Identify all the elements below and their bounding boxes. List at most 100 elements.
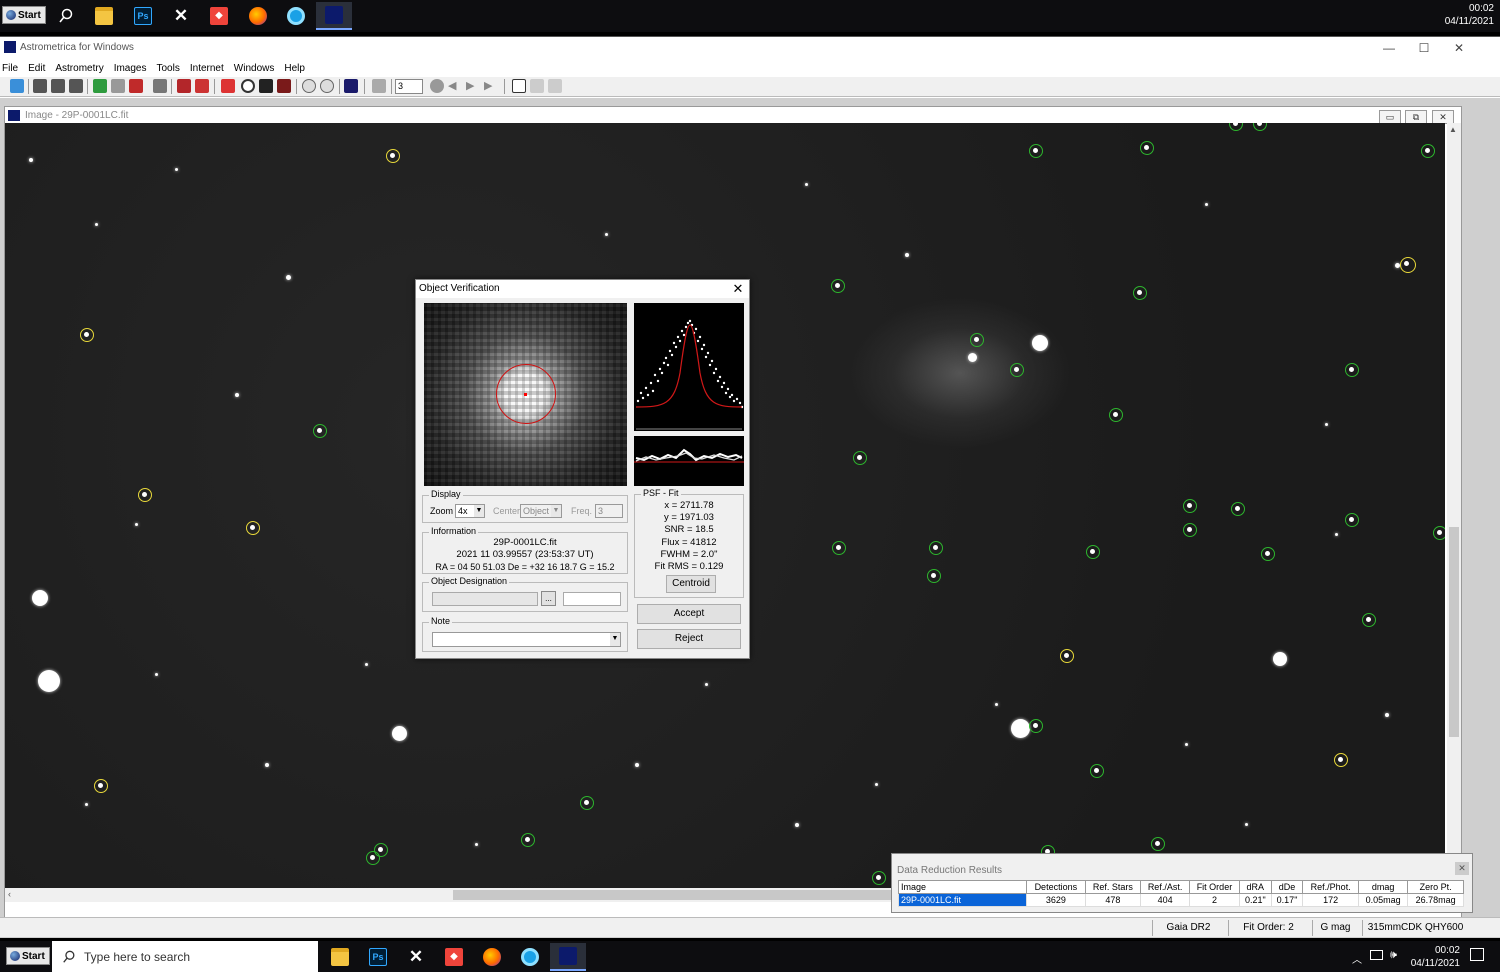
designation-input[interactable] — [432, 592, 538, 606]
reference-star-marker[interactable] — [1133, 286, 1147, 300]
vertical-scroll-thumb[interactable] — [1449, 527, 1459, 737]
scroll-up-icon[interactable]: ▲ — [1449, 125, 1457, 134]
reference-star-marker[interactable] — [832, 541, 846, 555]
zoom-out-icon[interactable] — [320, 79, 334, 93]
zoom-in-icon[interactable] — [302, 79, 316, 93]
title-bar[interactable]: Astrometrica for Windows — ☐ ✕ — [0, 37, 1500, 59]
menu-file[interactable]: File — [0, 61, 23, 77]
anydesk-icon[interactable]: ◆ — [436, 943, 472, 971]
reference-star-marker[interactable] — [970, 333, 984, 347]
note-select[interactable]: ▼ — [432, 632, 621, 647]
reference-star-marker[interactable] — [1183, 499, 1197, 513]
taskbar-search-box[interactable]: Type here to search — [52, 941, 318, 972]
photometry-star-marker[interactable] — [138, 488, 152, 502]
frame-number-spinner[interactable]: 3 — [395, 79, 423, 94]
copy-icon[interactable] — [153, 79, 167, 93]
menu-windows[interactable]: Windows — [229, 61, 280, 77]
network-icon[interactable] — [1370, 950, 1383, 960]
menu-images[interactable]: Images — [109, 61, 152, 77]
notifications-icon[interactable] — [1470, 948, 1484, 961]
designation-browse-button[interactable]: ... — [541, 591, 556, 606]
x-app-icon[interactable]: ✕ — [398, 943, 434, 971]
vertical-scrollbar[interactable]: ▲ — [1447, 123, 1461, 888]
photometry-star-marker[interactable] — [386, 149, 400, 163]
column-header[interactable]: Ref. Stars — [1084, 880, 1142, 894]
start-button[interactable]: Start — [2, 6, 46, 24]
reference-star-marker[interactable] — [1261, 547, 1275, 561]
browser-icon[interactable] — [512, 943, 548, 971]
object-zoom-view[interactable] — [424, 303, 627, 486]
reference-star-marker[interactable] — [1109, 408, 1123, 422]
reference-star-marker[interactable] — [1010, 363, 1024, 377]
reference-star-marker[interactable] — [831, 279, 845, 293]
reference-star-marker[interactable] — [1229, 123, 1243, 131]
dialog-title-bar[interactable]: Object Verification ✕ — [416, 280, 749, 298]
window-cascade-icon[interactable] — [530, 79, 544, 93]
column-header[interactable]: dDe — [1270, 880, 1304, 894]
image-restore-button[interactable]: ⧉ — [1405, 110, 1427, 124]
reference-star-marker[interactable] — [1151, 837, 1165, 851]
mark-icon[interactable] — [221, 79, 235, 93]
menu-internet[interactable]: Internet — [185, 61, 229, 77]
reference-star-marker[interactable] — [1253, 123, 1267, 131]
reference-star-marker[interactable] — [1090, 764, 1104, 778]
reject-button[interactable]: Reject — [637, 629, 741, 649]
anydesk-icon[interactable]: ◆ — [201, 2, 237, 30]
reference-star-marker[interactable] — [1345, 513, 1359, 527]
file-explorer-icon[interactable] — [86, 2, 122, 30]
window-arrange-icon[interactable] — [548, 79, 562, 93]
menu-help[interactable]: Help — [279, 61, 310, 77]
settings-icon[interactable] — [372, 79, 386, 93]
menu-astrometry[interactable]: Astrometry — [50, 61, 108, 77]
astrometrica-taskbar-icon[interactable] — [550, 943, 586, 971]
horizontal-scroll-thumb[interactable] — [453, 890, 893, 900]
previous-frame-icon[interactable]: ◀ — [448, 79, 462, 93]
menu-tools[interactable]: Tools — [152, 61, 185, 77]
photometry-star-marker[interactable] — [246, 521, 260, 535]
reference-star-marker[interactable] — [1183, 523, 1197, 537]
photometry-star-marker[interactable] — [80, 328, 94, 342]
maximize-button[interactable]: ☐ — [1406, 37, 1442, 59]
track-icon[interactable] — [259, 79, 273, 93]
load-darks-icon[interactable] — [51, 79, 65, 93]
column-header[interactable]: Fit Order — [1188, 880, 1240, 894]
centroid-button[interactable]: Centroid — [666, 575, 716, 593]
next-frame-icon[interactable]: ▶ — [466, 79, 480, 93]
reference-star-marker[interactable] — [1086, 545, 1100, 559]
close-button[interactable]: ✕ — [1441, 37, 1477, 59]
image-close-button[interactable]: ✕ — [1432, 110, 1454, 124]
add-icon[interactable] — [93, 79, 107, 93]
menu-edit[interactable]: Edit — [23, 61, 50, 77]
photoshop-icon[interactable]: Ps — [125, 2, 161, 30]
clear-icon[interactable] — [195, 79, 209, 93]
column-header[interactable]: Ref./Ast. — [1140, 880, 1190, 894]
file-explorer-icon[interactable] — [322, 943, 358, 971]
reference-star-marker[interactable] — [1433, 526, 1445, 540]
bottom-clock[interactable]: 00:02 04/11/2021 — [1404, 944, 1460, 970]
column-header[interactable]: Zero Pt. — [1407, 880, 1464, 894]
column-header[interactable]: Image — [898, 880, 1027, 894]
reference-star-marker[interactable] — [1029, 719, 1043, 733]
start-button[interactable]: Start — [6, 947, 50, 965]
reference-star-marker[interactable] — [1140, 141, 1154, 155]
table-row[interactable]: 29P-0001LC.fit 3629 478 404 2 0.21" 0.17… — [898, 893, 1464, 907]
reference-star-marker[interactable] — [872, 871, 886, 885]
stack-icon[interactable] — [129, 79, 143, 93]
column-header[interactable]: dmag — [1357, 880, 1409, 894]
search-icon[interactable] — [48, 2, 84, 30]
accept-button[interactable]: Accept — [637, 604, 741, 624]
run-icon[interactable] — [10, 79, 24, 93]
top-clock[interactable]: 00:02 04/11/2021 — [1430, 2, 1494, 28]
load-images-icon[interactable] — [33, 79, 47, 93]
volume-icon[interactable]: 🕪 — [1390, 949, 1397, 962]
play-icon[interactable]: ▶ — [484, 79, 498, 93]
reference-star-marker[interactable] — [313, 424, 327, 438]
x-app-icon[interactable]: ✕ — [163, 2, 199, 30]
reference-star-marker[interactable] — [1345, 363, 1359, 377]
column-header[interactable]: Detections — [1026, 880, 1086, 894]
delete-all-icon[interactable] — [177, 79, 191, 93]
astrometrica-taskbar-icon[interactable] — [316, 2, 352, 30]
photometry-star-marker[interactable] — [94, 779, 108, 793]
reference-star-marker[interactable] — [1029, 144, 1043, 158]
reference-star-marker[interactable] — [927, 569, 941, 583]
